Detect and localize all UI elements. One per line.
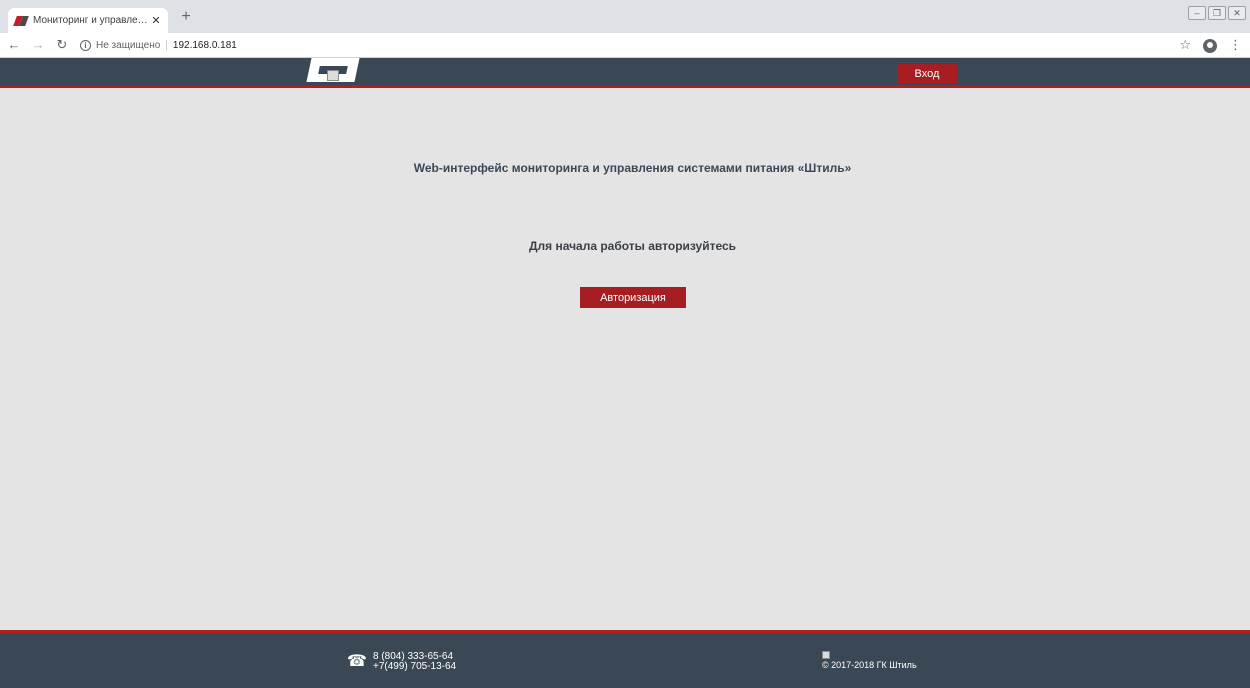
new-tab-button[interactable]: + [178,9,194,25]
browser-address-bar: ← → ↻ i Не защищено | 192.168.0.181 ☆ ⋮ [0,33,1250,58]
phone-icon: ☎ [347,653,367,670]
main-content: Web-интерфейс мониторинга и управления с… [0,91,1250,630]
url-text: 192.168.0.181 [172,39,237,51]
phone-number: +7(499) 705-13-64 [373,661,457,672]
forward-icon[interactable]: → [28,35,48,55]
window-controls: – ❐ ✕ [1188,6,1246,20]
auth-prompt: Для начала работы авторизуйтесь [528,239,737,253]
star-icon[interactable]: ☆ [1179,36,1191,54]
page-title: Web-интерфейс мониторинга и управления с… [413,161,852,175]
contact-phones: ☎ 8 (804) 333-65-64 +7(499) 705-13-64 [347,652,456,672]
url-bar[interactable]: i Не защищено | 192.168.0.181 [80,35,237,55]
close-window-icon[interactable]: ✕ [1228,6,1246,20]
back-icon[interactable]: ← [4,35,24,55]
minimize-icon[interactable]: – [1188,6,1206,20]
site-favicon-icon [14,16,28,26]
site-logo[interactable] [305,58,360,85]
phone-list: 8 (804) 333-65-64 +7(499) 705-13-64 [373,652,456,672]
browser-tab[interactable]: Мониторинг и управление сист ✕ [8,8,168,33]
tab-close-icon[interactable]: ✕ [150,14,162,27]
toolbar-right: ☆ ⋮ [1179,36,1242,54]
menu-icon[interactable]: ⋮ [1229,36,1242,54]
reload-icon[interactable]: ↻ [52,35,72,55]
restore-icon[interactable]: ❐ [1208,6,1226,20]
site-header: Вход [0,58,1250,88]
authorization-button[interactable]: Авторизация [580,287,686,308]
security-label: Не защищено [96,39,161,51]
login-button[interactable]: Вход [897,63,957,83]
url-separator: | [165,39,168,51]
tab-title: Мониторинг и управление сист [33,15,150,26]
info-icon[interactable]: i [80,39,91,51]
broken-image-icon [822,651,830,659]
profile-icon[interactable] [1203,39,1217,53]
browser-tab-bar: Мониторинг и управление сист ✕ + – ❐ ✕ [0,0,1250,33]
copyright-text: © 2017-2018 ГК Штиль [822,660,917,670]
broken-image-icon [327,70,339,81]
copyright-block: © 2017-2018 ГК Штиль [822,651,917,670]
site-footer: ☎ 8 (804) 333-65-64 +7(499) 705-13-64 © … [0,630,1250,688]
